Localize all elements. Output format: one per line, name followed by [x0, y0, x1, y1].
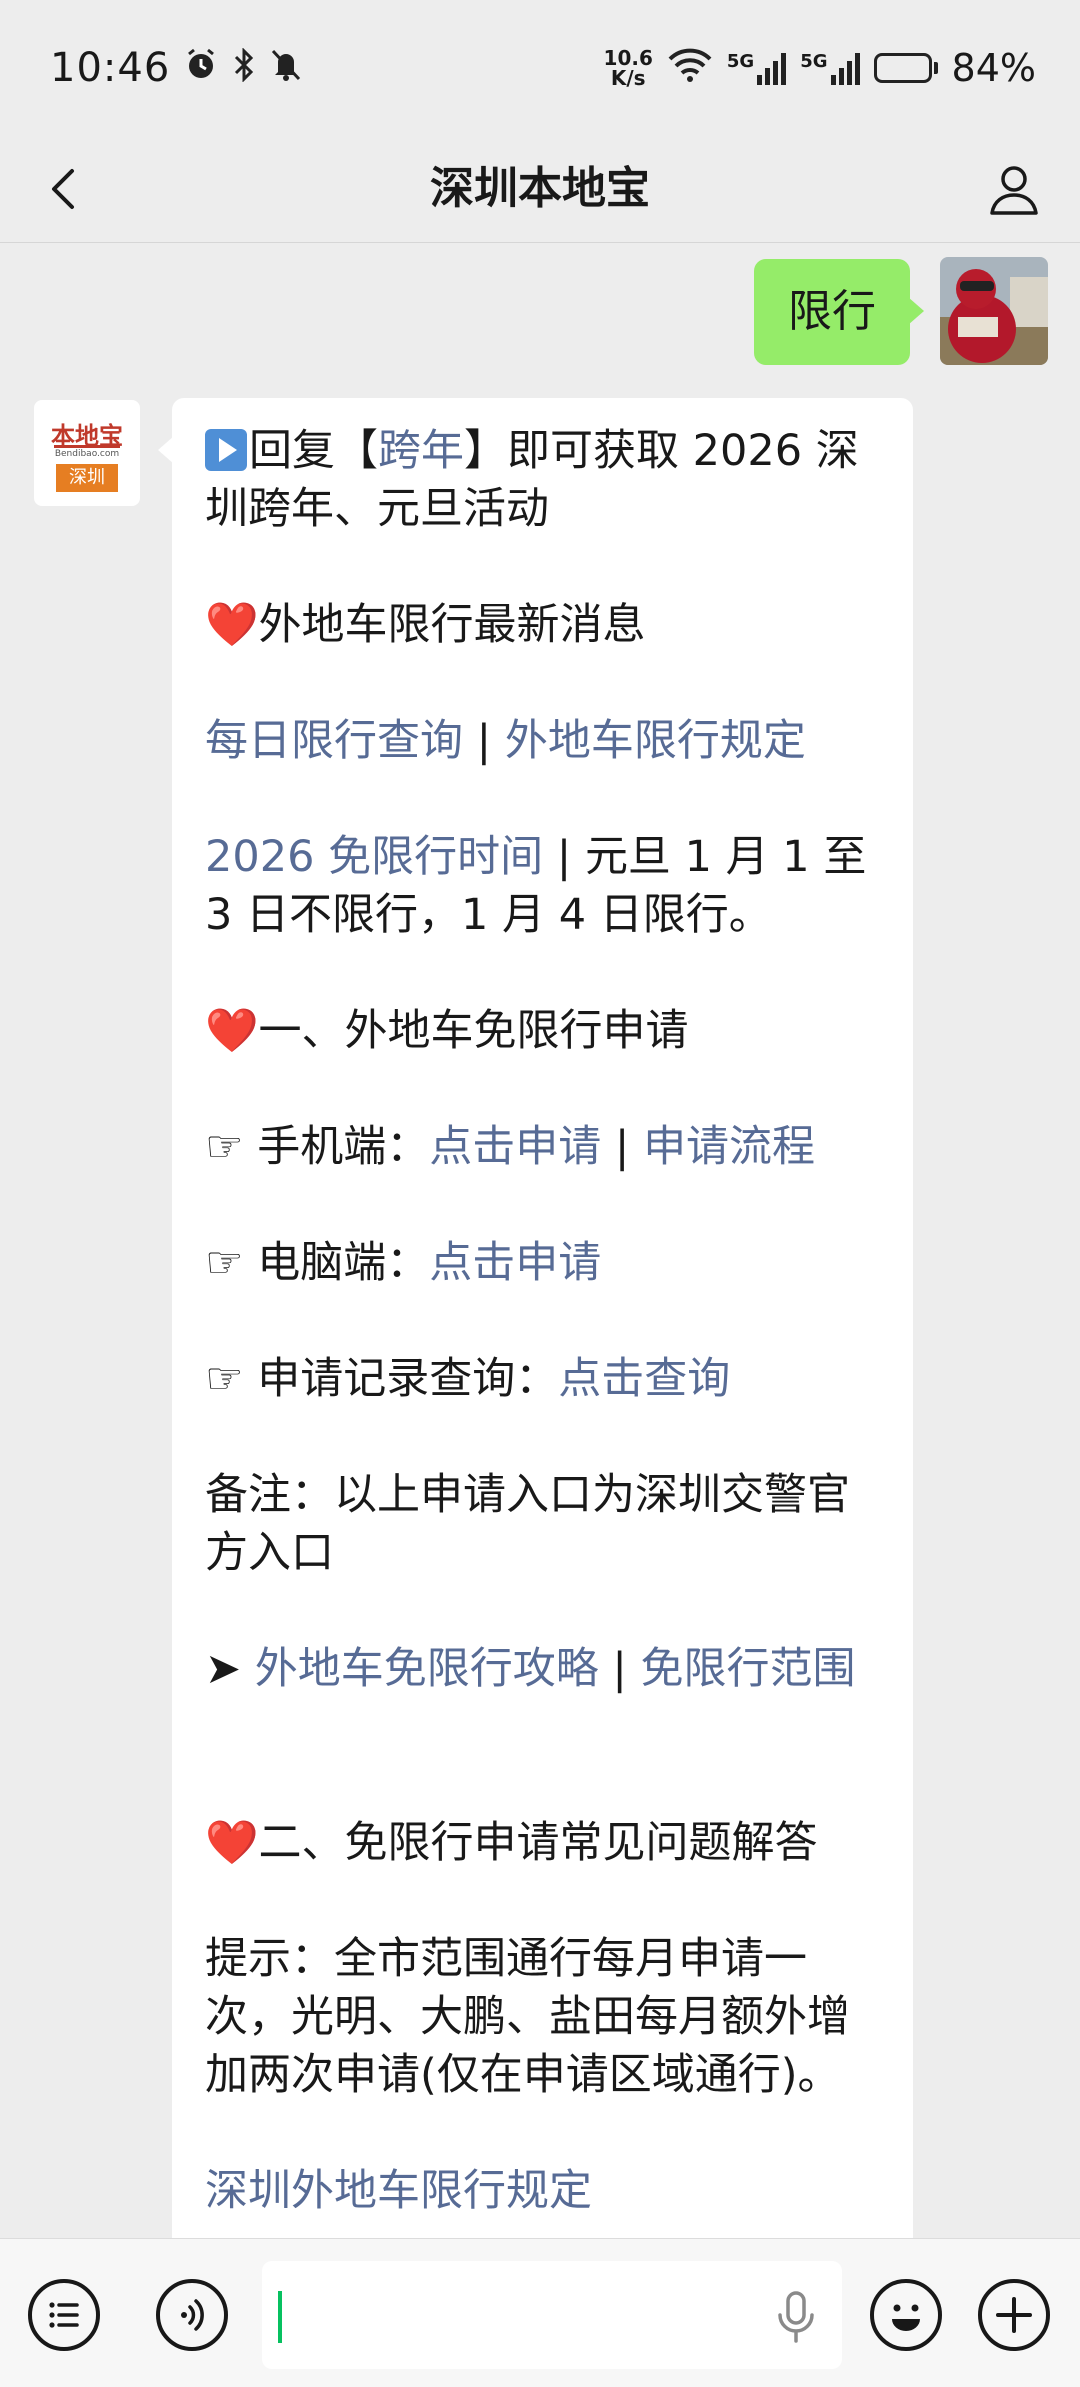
voice-button[interactable] — [156, 2279, 228, 2351]
menu-button[interactable] — [28, 2279, 100, 2351]
battery-icon — [873, 52, 938, 83]
link-exempt-range[interactable]: 免限行范围 — [641, 1644, 856, 1694]
record-label: 申请记录查询： — [257, 1354, 559, 1404]
voice-icon — [181, 2299, 204, 2331]
section-heading-apply: ❤️一、外地车免限行申请 — [205, 1002, 883, 1060]
message-input[interactable] — [262, 2261, 842, 2369]
battery-percent: 84% — [951, 45, 1036, 90]
mobile-row: ☞ 手机端：点击申请 | 申请流程 — [205, 1118, 883, 1176]
text-cursor — [278, 2291, 282, 2343]
sim1-label: 5G — [726, 50, 755, 72]
link-record-query[interactable]: 点击查询 — [558, 1354, 730, 1404]
profile-button[interactable] — [984, 159, 1044, 219]
sim1-signal: 5G — [726, 50, 787, 85]
logo-underline — [54, 445, 120, 448]
link-shenzhen-rules-row: 深圳外地车限行规定 — [205, 2162, 883, 2220]
link-rules[interactable]: 外地车限行规定 — [505, 716, 806, 766]
link-apply-process[interactable]: 申请流程 — [643, 1122, 815, 1172]
reply-intro: 回复【跨年】即可获取 2026 深圳跨年、元旦活动 — [205, 422, 883, 538]
mobile-label: 手机端： — [257, 1122, 430, 1172]
heart-icon: ❤️ — [205, 600, 259, 650]
wifi-icon — [667, 48, 713, 87]
link-kuanian[interactable]: 跨年 — [378, 426, 464, 476]
status-left: 10:46 — [50, 45, 302, 91]
chevron-left-icon — [52, 169, 74, 209]
sim2-label: 5G — [800, 50, 828, 72]
separator: | — [601, 1122, 644, 1172]
guide-row: ➤ 外地车免限行攻略 | 免限行范围 — [205, 1640, 883, 1698]
mute-bell-icon — [270, 48, 302, 87]
sim2-signal: 5G — [800, 50, 860, 85]
link-mobile-apply[interactable]: 点击申请 — [429, 1122, 601, 1172]
signal-bars-icon — [757, 51, 787, 85]
tip-text: 提示：全市范围通行每月申请一次，光明、大鹏、盐田每月额外增加两次申请(仅在申请区… — [205, 1934, 850, 2100]
status-right: 10.6 K/s 5G 5G 84% — [604, 46, 1036, 90]
network-speed-value: 10.6 — [603, 45, 653, 70]
pc-row: ☞ 电脑端：点击申请 — [205, 1234, 883, 1292]
more-button[interactable] — [978, 2279, 1050, 2351]
arrow-icon: ➤ — [205, 1644, 242, 1694]
bluetooth-icon — [232, 47, 256, 87]
input-bar — [0, 2238, 1080, 2387]
alarm-icon — [184, 48, 218, 87]
back-button[interactable] — [38, 161, 94, 217]
user-avatar[interactable] — [940, 257, 1048, 365]
pc-label: 电脑端： — [257, 1238, 430, 1288]
heart-icon: ❤️ — [205, 1818, 259, 1868]
emoji-button[interactable] — [870, 2279, 942, 2351]
section-heading-faq: ❤️二、免限行申请常见问题解答 — [205, 1814, 883, 1872]
section-heading-news: ❤️外地车限行最新消息 — [205, 596, 883, 654]
incoming-message-bubble: 回复【跨年】即可获取 2026 深圳跨年、元旦活动 ❤️外地车限行最新消息 每日… — [158, 398, 913, 2238]
title-bar: 深圳本地宝 — [0, 135, 1080, 243]
network-speed: 10.6 K/s — [604, 48, 653, 88]
reply-intro-text-a: 回复【 — [249, 426, 378, 476]
link-daily-query[interactable]: 每日限行查询 — [205, 716, 463, 766]
exempt-time-row: 2026 免限行时间 | 元旦 1 月 1 至 3 日不限行，1 月 4 日限行… — [205, 828, 883, 944]
avatar-logo-url: Bendibao.com — [54, 449, 120, 459]
avatar-logo-city: 深圳 — [56, 464, 118, 492]
list-icon — [49, 2302, 79, 2328]
status-bar: 10:46 10.6 K/s 5G 5G 84% — [0, 0, 1080, 135]
record-row: ☞ 申请记录查询：点击查询 — [205, 1350, 883, 1408]
separator: | — [543, 832, 585, 882]
pointing-hand-icon: ☞ — [205, 1122, 244, 1172]
smiley-icon — [892, 2304, 920, 2331]
official-account-avatar[interactable]: 本地宝 Bendibao.com 深圳 — [34, 400, 140, 506]
link-exempt-time[interactable]: 2026 免限行时间 — [205, 832, 543, 882]
network-speed-unit: K/s — [610, 65, 646, 90]
heading-text: 一、外地车免限行申请 — [258, 1006, 689, 1056]
pointing-hand-icon: ☞ — [205, 1354, 244, 1404]
chat-area[interactable]: 限行 本地宝 Bendibao.com 深圳 回复【跨年】即可获取 2026 深… — [0, 243, 1080, 2238]
pointing-hand-icon: ☞ — [205, 1238, 244, 1288]
separator: | — [463, 716, 505, 766]
outgoing-message-bubble[interactable]: 限行 — [754, 259, 924, 365]
separator: | — [598, 1644, 641, 1694]
status-time: 10:46 — [50, 44, 171, 91]
page-title: 深圳本地宝 — [430, 163, 650, 214]
links-row-1: 每日限行查询 | 外地车限行规定 — [205, 712, 883, 770]
link-shenzhen-rules[interactable]: 深圳外地车限行规定 — [205, 2166, 592, 2216]
note-text: 备注：以上申请入口为深圳交警官方入口 — [205, 1470, 850, 1578]
link-pc-apply[interactable]: 点击申请 — [429, 1238, 601, 1288]
heading-text: 外地车限行最新消息 — [258, 600, 646, 650]
person-icon — [990, 166, 1038, 215]
plus-icon — [996, 2297, 1032, 2333]
play-button-icon — [205, 429, 247, 471]
heading-text: 二、免限行申请常见问题解答 — [258, 1818, 818, 1868]
heart-icon: ❤️ — [205, 1006, 259, 1056]
link-exempt-guide[interactable]: 外地车免限行攻略 — [255, 1644, 599, 1694]
microphone-button[interactable] — [774, 2289, 818, 2345]
signal-bars-icon — [830, 51, 860, 85]
microphone-icon — [778, 2291, 814, 2343]
